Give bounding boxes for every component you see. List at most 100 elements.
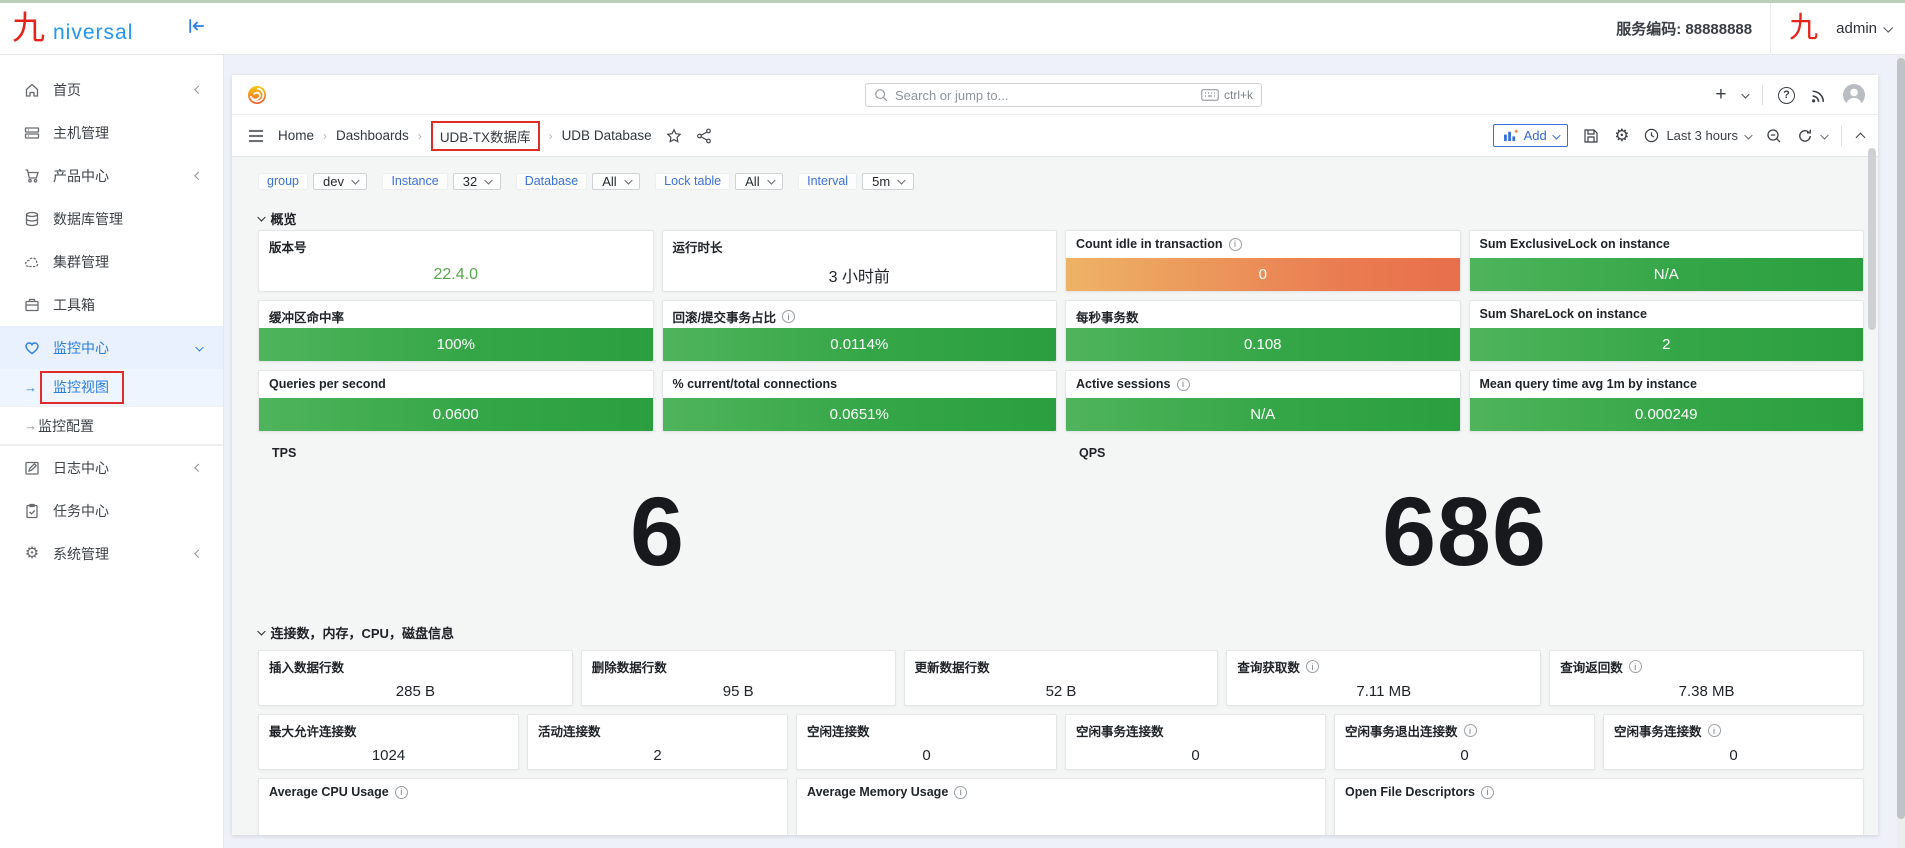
panel-title: 版本号 bbox=[259, 231, 653, 258]
breadcrumb-separator: › bbox=[549, 129, 553, 143]
sidebar-subitem-monitor-config[interactable]: → 监控配置 bbox=[0, 407, 223, 445]
chart-panel-cpu-usage: Average CPU Usagei 400 ms bbox=[258, 778, 788, 835]
panel-value: 7.11 MB bbox=[1227, 678, 1540, 705]
breadcrumb-home[interactable]: Home bbox=[278, 128, 314, 143]
breadcrumb-folder-highlighted[interactable]: UDB-TX数据库 bbox=[431, 121, 540, 151]
stat-panel-uptime: 运行时长 3 小时前 bbox=[662, 230, 1058, 292]
info-icon[interactable]: i bbox=[1629, 660, 1642, 673]
logo-text: niversal bbox=[53, 11, 133, 55]
add-panel-button[interactable]: Add bbox=[1493, 124, 1569, 147]
sidebar-subitem-monitor-view[interactable]: → 监控视图 bbox=[0, 369, 223, 407]
sidebar-item-tasks[interactable]: 任务中心 bbox=[0, 489, 223, 532]
grafana-logo-icon[interactable] bbox=[247, 85, 267, 105]
grafana-frame: ctrl+k + ? Home › Dashboards › bbox=[232, 75, 1878, 835]
refresh-control[interactable] bbox=[1797, 128, 1827, 144]
sidebar-item-logs[interactable]: 日志中心 bbox=[0, 446, 223, 489]
sidebar-item-clusters[interactable]: 集群管理 bbox=[0, 240, 223, 283]
sidebar-item-home[interactable]: 首页 bbox=[0, 68, 223, 111]
panel-value-bar: 0 bbox=[1066, 258, 1460, 291]
save-dashboard-icon[interactable] bbox=[1583, 128, 1599, 144]
info-icon[interactable]: i bbox=[1177, 378, 1190, 391]
sidebar-item-system[interactable]: ⚙ 系统管理 bbox=[0, 532, 223, 575]
sidebar-item-monitoring[interactable]: 监控中心 bbox=[0, 326, 223, 369]
help-icon[interactable]: ? bbox=[1778, 87, 1795, 104]
chevron-down-icon[interactable] bbox=[1741, 90, 1749, 98]
mega-menu-icon[interactable] bbox=[248, 129, 264, 143]
breadcrumb-dashboards[interactable]: Dashboards bbox=[336, 128, 409, 143]
add-button-label: Add bbox=[1524, 128, 1547, 143]
big-stat-tps: TPS 6 bbox=[258, 438, 1057, 610]
panel-title: 每秒事务数 bbox=[1066, 301, 1460, 328]
stat-panel-idle-transaction: Count idle in transactioni 0 bbox=[1065, 230, 1461, 292]
sidebar-item-label: 集群管理 bbox=[53, 252, 201, 272]
panel-title: Sum ExclusiveLock on instance bbox=[1470, 231, 1864, 253]
chevron-left-icon bbox=[194, 550, 202, 558]
info-icon[interactable]: i bbox=[1464, 724, 1477, 737]
sidebar-collapse-icon[interactable] bbox=[188, 18, 206, 36]
user-menu[interactable]: admin bbox=[1836, 20, 1891, 37]
section-details[interactable]: 连接数，内存，CPU，磁盘信息 bbox=[258, 624, 1864, 640]
breadcrumb-separator: › bbox=[323, 129, 327, 143]
arrow-right-icon: → bbox=[24, 380, 38, 395]
sidebar-item-label: 产品中心 bbox=[53, 166, 183, 186]
filter-group-select[interactable]: dev bbox=[313, 173, 367, 190]
search-input[interactable] bbox=[895, 88, 1194, 103]
filter-group: group dev bbox=[258, 173, 367, 190]
avatar[interactable] bbox=[1842, 83, 1866, 107]
stat-panel-connections-ratio: % current/total connections 0.0651% bbox=[662, 370, 1058, 432]
sidebar-item-toolbox[interactable]: 工具箱 bbox=[0, 283, 223, 326]
stat-panel-active-connections: 活动连接数 2 bbox=[527, 714, 788, 770]
stat-panel-rows-fetched: 查询获取数i 7.11 MB bbox=[1226, 650, 1541, 706]
filter-lock-table-select[interactable]: All bbox=[735, 173, 783, 190]
sidebar-item-hosts[interactable]: 主机管理 bbox=[0, 111, 223, 154]
panel-value-bar: 0.108 bbox=[1066, 328, 1460, 361]
window-scrollbar-thumb[interactable] bbox=[1897, 58, 1905, 819]
star-icon[interactable] bbox=[666, 128, 682, 144]
grafana-header: ctrl+k + ? bbox=[232, 75, 1878, 115]
sidebar-item-products[interactable]: 产品中心 bbox=[0, 154, 223, 197]
sidebar: 首页 主机管理 产品中心 数据库管理 集群管理 工具箱 监控中心 → 监控视图 … bbox=[0, 55, 224, 848]
database-icon bbox=[24, 211, 40, 227]
panel-title: 回滚/提交事务占比i bbox=[663, 301, 1057, 328]
stat-panel-rows-inserted: 插入数据行数 285 B bbox=[258, 650, 573, 706]
panel-value-bar: 0.0651% bbox=[663, 398, 1057, 431]
stat-panel-tps-rate: 每秒事务数 0.108 bbox=[1065, 300, 1461, 362]
section-overview[interactable]: 概览 bbox=[258, 210, 1864, 226]
window-scrollbar[interactable] bbox=[1897, 55, 1905, 848]
dashboard-settings-icon[interactable]: ⚙ bbox=[1614, 126, 1629, 146]
panel-value-bar: N/A bbox=[1470, 258, 1864, 291]
info-icon[interactable]: i bbox=[1481, 786, 1494, 799]
new-button[interactable]: + bbox=[1715, 86, 1726, 104]
panel-title: % current/total connections bbox=[663, 371, 1057, 393]
breadcrumb-dashboard-title[interactable]: UDB Database bbox=[562, 128, 652, 143]
filter-database-select[interactable]: All bbox=[592, 173, 640, 190]
zoom-out-icon[interactable] bbox=[1766, 128, 1782, 144]
sidebar-item-databases[interactable]: 数据库管理 bbox=[0, 197, 223, 240]
panel-value: 1024 bbox=[259, 742, 518, 769]
info-icon[interactable]: i bbox=[1229, 238, 1242, 251]
panel-title: 最大允许连接数 bbox=[259, 715, 518, 742]
stat-panel-exclusivelock: Sum ExclusiveLock on instance N/A bbox=[1469, 230, 1865, 292]
chevron-left-icon bbox=[194, 86, 202, 94]
news-rss-icon[interactable] bbox=[1810, 87, 1827, 104]
info-icon[interactable]: i bbox=[1708, 724, 1721, 737]
filter-instance-select[interactable]: 32 bbox=[453, 173, 501, 190]
share-icon[interactable] bbox=[696, 128, 712, 144]
info-icon[interactable]: i bbox=[395, 786, 408, 799]
chevron-down-icon bbox=[258, 213, 266, 221]
time-range-picker[interactable]: Last 3 hours bbox=[1644, 128, 1750, 143]
stat-panel-mean-query-time: Mean query time avg 1m by instance 0.000… bbox=[1469, 370, 1865, 432]
panel-value: 3 小时前 bbox=[663, 258, 1057, 291]
dashboard-scrollbar[interactable] bbox=[1868, 148, 1876, 330]
info-icon[interactable]: i bbox=[954, 786, 967, 799]
panel-title: 空闲事务连接数i bbox=[1604, 715, 1863, 742]
search-box[interactable]: ctrl+k bbox=[865, 83, 1262, 107]
panel-value: 22.4.0 bbox=[259, 258, 653, 291]
dashboard-navbar: Home › Dashboards › UDB-TX数据库 › UDB Data… bbox=[232, 115, 1878, 157]
heart-icon bbox=[24, 340, 40, 356]
info-icon[interactable]: i bbox=[782, 310, 795, 323]
filter-interval: Interval 5m bbox=[798, 173, 914, 190]
filter-interval-select[interactable]: 5m bbox=[862, 173, 914, 190]
collapse-toolbar-icon[interactable] bbox=[1856, 133, 1866, 143]
info-icon[interactable]: i bbox=[1306, 660, 1319, 673]
